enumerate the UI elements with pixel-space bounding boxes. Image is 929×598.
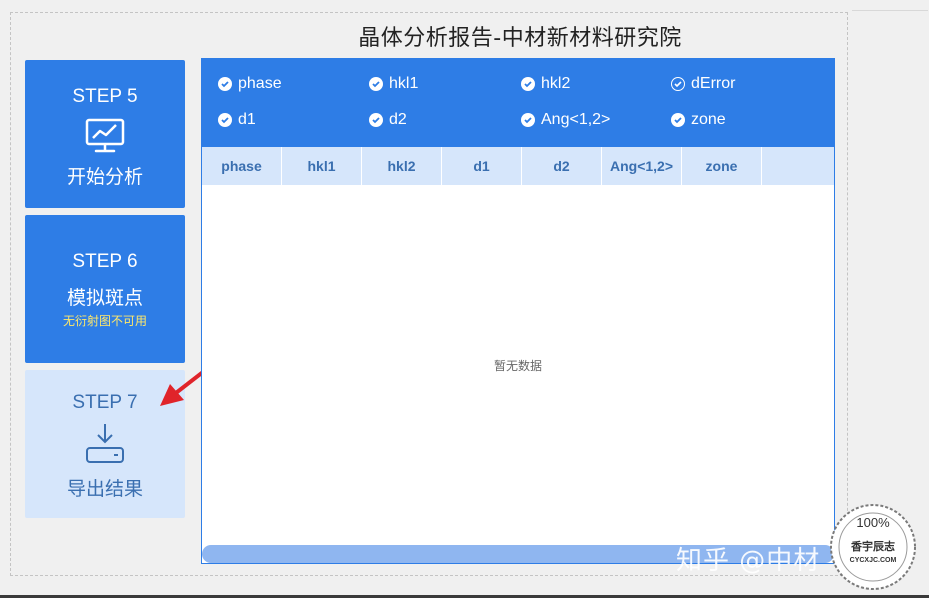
- column-header-phase[interactable]: phase: [202, 147, 282, 185]
- toggle-d1[interactable]: d1: [218, 111, 256, 129]
- column-header-zone[interactable]: zone: [682, 147, 762, 185]
- column-header-d2[interactable]: d2: [522, 147, 602, 185]
- watermark-text: 知乎 @中材: [676, 546, 821, 576]
- monitor-chart-icon: [85, 118, 125, 158]
- toggle-label: d2: [389, 111, 407, 128]
- check-circle-icon: [218, 77, 232, 91]
- empty-table-message: 暂无数据: [493, 359, 542, 373]
- toggle-phase[interactable]: phase: [218, 75, 282, 93]
- check-circle-icon: [369, 113, 383, 127]
- column-toggle-bar: phase hkl1 hkl2 dError d1 d2 Ang<1,2> zo…: [202, 59, 834, 147]
- toggle-d2[interactable]: d2: [369, 111, 407, 129]
- toggle-label: phase: [238, 75, 282, 92]
- seal-middle-text: 香宇辰志: [850, 539, 895, 553]
- toggle-label: zone: [691, 111, 726, 128]
- step5-start-analysis-button[interactable]: STEP 5 开始分析: [25, 60, 185, 208]
- column-header-hkl2[interactable]: hkl2: [362, 147, 442, 185]
- seal-logo: 100% 香宇辰志 CYCXJC.COM: [828, 502, 918, 592]
- toggle-label: Ang<1,2>: [541, 111, 611, 128]
- results-panel: phase hkl1 hkl2 dError d1 d2 Ang<1,2> zo…: [201, 58, 835, 564]
- step5-label: 开始分析: [66, 166, 143, 188]
- check-circle-icon: [218, 113, 232, 127]
- check-circle-icon: [521, 77, 535, 91]
- check-circle-icon: [369, 77, 383, 91]
- toggle-label: hkl2: [541, 75, 571, 92]
- column-header-d1[interactable]: d1: [442, 147, 522, 185]
- toggle-label: hkl1: [389, 75, 419, 92]
- step7-label: 导出结果: [66, 478, 143, 500]
- download-tray-icon: [85, 422, 125, 470]
- seal-bottom-text: CYCXJC.COM: [850, 557, 897, 564]
- check-circle-icon: [671, 113, 685, 127]
- check-circle-icon: [521, 113, 535, 127]
- step5-number: STEP 5: [72, 86, 138, 107]
- toggle-label: dError: [691, 75, 736, 92]
- toggle-label: d1: [238, 111, 256, 128]
- page-title: 晶体分析报告-中材新材料研究院: [358, 26, 682, 51]
- seal-top-text: 100%: [856, 515, 890, 530]
- toggle-hkl1[interactable]: hkl1: [369, 75, 418, 93]
- check-circle-outline-icon: [671, 77, 685, 91]
- toggle-ang12[interactable]: Ang<1,2>: [521, 111, 610, 129]
- toggle-hkl2[interactable]: hkl2: [521, 75, 570, 93]
- column-header-hkl1[interactable]: hkl1: [282, 147, 362, 185]
- toggle-derror[interactable]: dError: [671, 75, 735, 93]
- column-header-ang12[interactable]: Ang<1,2>: [602, 147, 682, 185]
- step6-number: STEP 6: [72, 251, 138, 272]
- step6-label: 模拟斑点: [66, 287, 143, 309]
- toggle-zone[interactable]: zone: [671, 111, 726, 129]
- table-header-row: phase hkl1 hkl2 d1 d2 Ang<1,2> zone: [202, 147, 834, 185]
- outer-frame-line: [852, 10, 928, 12]
- step6-unavailable-note: 无衍射图不可用: [62, 314, 147, 328]
